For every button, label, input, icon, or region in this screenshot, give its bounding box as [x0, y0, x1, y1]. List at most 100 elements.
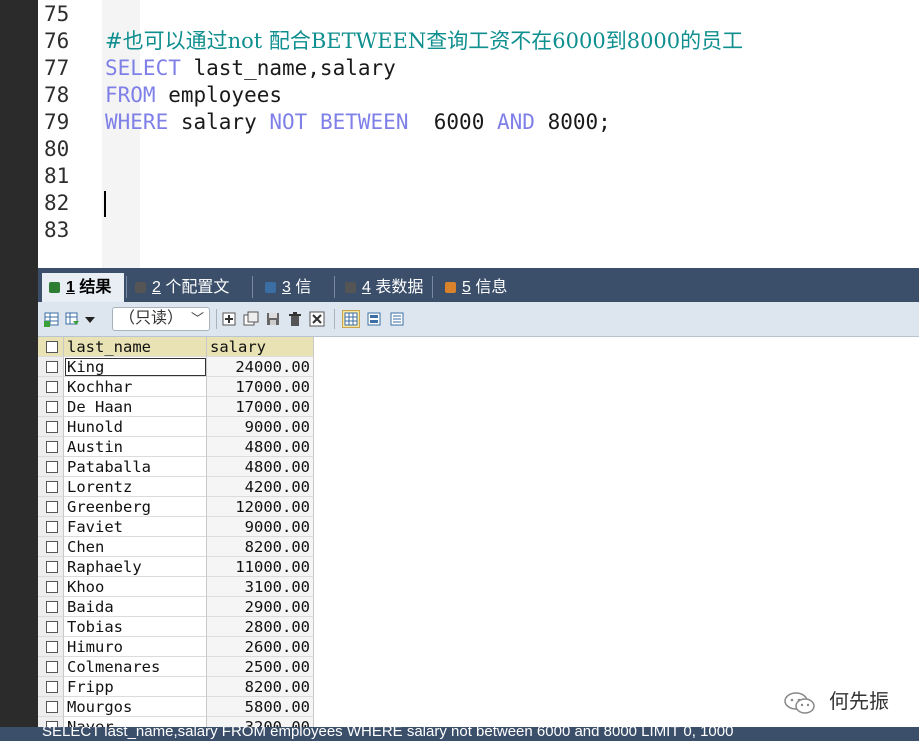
last-name-cell[interactable]: Kochhar: [64, 377, 207, 397]
tab-5[interactable]: 5 信息: [438, 273, 514, 302]
last-name-cell[interactable]: Tobias: [64, 617, 207, 637]
table-row[interactable]: Greenberg 12000.00: [38, 497, 318, 517]
row-select-cell[interactable]: [38, 657, 64, 677]
row-checkbox[interactable]: [46, 541, 58, 553]
row-select-cell[interactable]: [38, 437, 64, 457]
salary-cell[interactable]: 24000.00: [207, 357, 314, 377]
duplicate-row-icon[interactable]: [243, 311, 259, 327]
row-checkbox[interactable]: [46, 381, 58, 393]
table-row[interactable]: Faviet 9000.00: [38, 517, 318, 537]
export-grid-icon[interactable]: [44, 311, 60, 327]
row-select-cell[interactable]: [38, 677, 64, 697]
table-row[interactable]: Hunold 9000.00: [38, 417, 318, 437]
row-checkbox[interactable]: [46, 661, 58, 673]
table-row[interactable]: King 24000.00: [38, 357, 318, 377]
table-row[interactable]: Raphaely 11000.00: [38, 557, 318, 577]
last-name-cell[interactable]: Lorentz: [64, 477, 207, 497]
salary-cell[interactable]: 17000.00: [207, 397, 314, 417]
row-checkbox[interactable]: [46, 441, 58, 453]
row-select-cell[interactable]: [38, 637, 64, 657]
last-name-cell[interactable]: Khoo: [64, 577, 207, 597]
table-row[interactable]: Lorentz 4200.00: [38, 477, 318, 497]
last-name-cell[interactable]: Fripp: [64, 677, 207, 697]
table-row[interactable]: Himuro 2600.00: [38, 637, 318, 657]
salary-cell[interactable]: 4200.00: [207, 477, 314, 497]
table-row[interactable]: Baida 2900.00: [38, 597, 318, 617]
salary-cell[interactable]: 17000.00: [207, 377, 314, 397]
last-name-cell[interactable]: Mourgos: [64, 697, 207, 717]
tab-4[interactable]: 4 表数据: [338, 273, 430, 302]
row-checkbox[interactable]: [46, 701, 58, 713]
salary-cell[interactable]: 3200.00: [207, 717, 314, 727]
row-checkbox[interactable]: [46, 621, 58, 633]
last-name-cell[interactable]: Hunold: [64, 417, 207, 437]
last-name-cell[interactable]: Baida: [64, 597, 207, 617]
last-name-cell[interactable]: Nayer: [64, 717, 207, 727]
table-row[interactable]: Pataballa 4800.00: [38, 457, 318, 477]
code-line[interactable]: SELECT last_name,salary: [105, 55, 396, 82]
row-select-cell[interactable]: [38, 717, 64, 727]
last-name-cell[interactable]: Greenberg: [64, 497, 207, 517]
last-name-cell[interactable]: King: [64, 357, 207, 377]
column-header[interactable]: salary: [207, 337, 314, 357]
row-select-cell[interactable]: [38, 537, 64, 557]
insert-row-icon[interactable]: [221, 311, 237, 327]
row-checkbox[interactable]: [46, 581, 58, 593]
row-select-cell[interactable]: [38, 557, 64, 577]
table-row[interactable]: Austin 4800.00: [38, 437, 318, 457]
salary-cell[interactable]: 3100.00: [207, 577, 314, 597]
code-line[interactable]: WHERE salary NOT BETWEEN 6000 AND 8000;: [105, 109, 611, 136]
save-icon[interactable]: [265, 311, 281, 327]
table-row[interactable]: Khoo 3100.00: [38, 577, 318, 597]
row-checkbox[interactable]: [46, 361, 58, 373]
read-only-mode-select[interactable]: （只读） ﹀: [112, 307, 210, 331]
row-checkbox[interactable]: [46, 561, 58, 573]
salary-cell[interactable]: 4800.00: [207, 457, 314, 477]
tab-2[interactable]: 2 个配置文件: [128, 273, 250, 325]
last-name-cell[interactable]: Himuro: [64, 637, 207, 657]
table-row[interactable]: Colmenares 2500.00: [38, 657, 318, 677]
row-select-cell[interactable]: [38, 357, 64, 377]
column-header[interactable]: last_name: [64, 337, 207, 357]
row-select-cell[interactable]: [38, 617, 64, 637]
row-checkbox[interactable]: [46, 601, 58, 613]
code-line[interactable]: #也可以通过not 配合BETWEEN查询工资不在6000到8000的员工: [105, 28, 743, 55]
row-select-cell[interactable]: [38, 697, 64, 717]
delete-icon[interactable]: [287, 311, 303, 327]
row-select-cell[interactable]: [38, 397, 64, 417]
tab-3[interactable]: 3 信息: [258, 273, 332, 325]
row-select-cell[interactable]: [38, 377, 64, 397]
row-select-cell[interactable]: [38, 457, 64, 477]
last-name-cell[interactable]: Chen: [64, 537, 207, 557]
table-row[interactable]: Kochhar 17000.00: [38, 377, 318, 397]
row-checkbox[interactable]: [46, 401, 58, 413]
row-checkbox[interactable]: [46, 501, 58, 513]
salary-cell[interactable]: 9000.00: [207, 417, 314, 437]
salary-cell[interactable]: 5800.00: [207, 697, 314, 717]
last-name-cell[interactable]: Colmenares: [64, 657, 207, 677]
row-checkbox[interactable]: [46, 681, 58, 693]
row-select-cell[interactable]: [38, 417, 64, 437]
last-name-cell[interactable]: Pataballa: [64, 457, 207, 477]
table-row[interactable]: Fripp 8200.00: [38, 677, 318, 697]
text-view-icon[interactable]: [389, 311, 405, 327]
last-name-cell[interactable]: Faviet: [64, 517, 207, 537]
salary-cell[interactable]: 11000.00: [207, 557, 314, 577]
row-checkbox[interactable]: [46, 481, 58, 493]
table-row[interactable]: Mourgos 5800.00: [38, 697, 318, 717]
salary-cell[interactable]: 2900.00: [207, 597, 314, 617]
row-checkbox[interactable]: [46, 461, 58, 473]
row-select-cell[interactable]: [38, 477, 64, 497]
salary-cell[interactable]: 12000.00: [207, 497, 314, 517]
row-select-cell[interactable]: [38, 497, 64, 517]
last-name-cell[interactable]: Austin: [64, 437, 207, 457]
table-row[interactable]: Chen 8200.00: [38, 537, 318, 557]
select-all-checkbox[interactable]: [46, 341, 58, 353]
table-row[interactable]: Nayer 3200.00: [38, 717, 318, 727]
table-row[interactable]: Tobias 2800.00: [38, 617, 318, 637]
code-line[interactable]: FROM employees: [105, 82, 282, 109]
tab-1[interactable]: 1 结果: [42, 273, 124, 302]
cancel-changes-icon[interactable]: [309, 311, 325, 327]
salary-cell[interactable]: 4800.00: [207, 437, 314, 457]
export-dropdown-icon[interactable]: [65, 311, 81, 327]
